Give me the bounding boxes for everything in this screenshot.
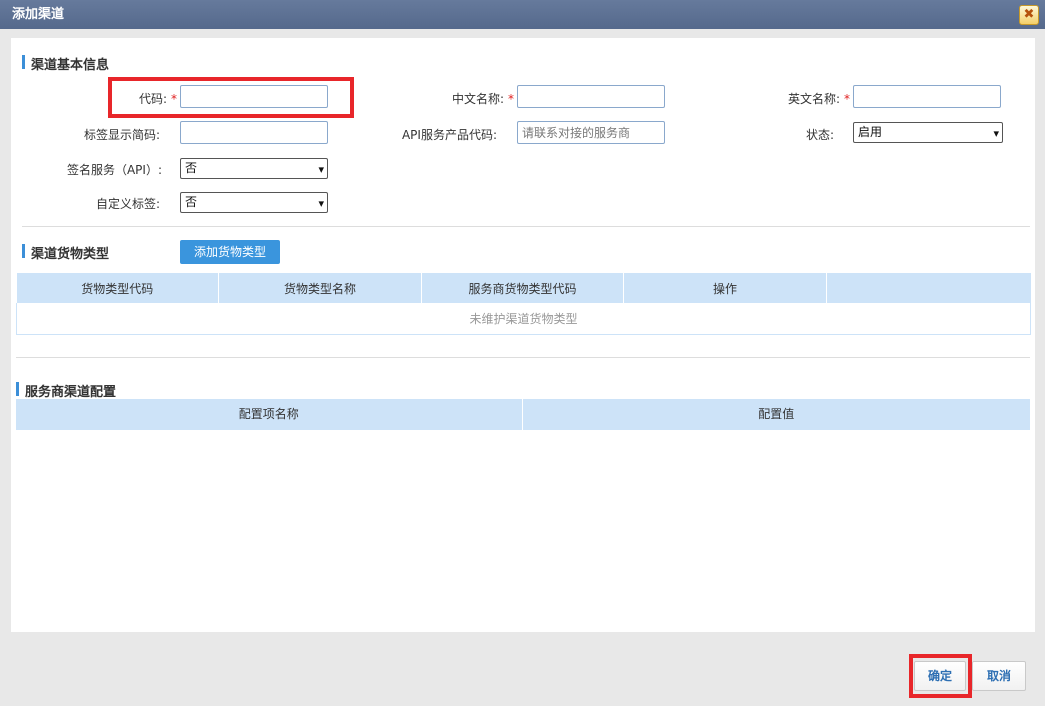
custom-label-label: 自定义标签: (95, 197, 160, 211)
required-mark: * (508, 92, 514, 106)
section-basic-info-title: 渠道基本信息 (31, 58, 110, 73)
cargo-types-table: 货物类型代码 货物类型名称 服务商货物类型代码 操作 未维护渠道货物类型 (16, 273, 1031, 335)
cn-name-label-text: 中文名称: (451, 92, 504, 106)
en-name-label-text: 英文名称: (787, 92, 840, 106)
chevron-down-icon: ▾ (318, 197, 324, 210)
code-label: 代码: * (71, 90, 177, 107)
table-header-row: 货物类型代码 货物类型名称 服务商货物类型代码 操作 (16, 273, 1031, 303)
chevron-down-icon: ▾ (318, 163, 324, 176)
divider (16, 357, 1030, 358)
empty-state-text: 未维护渠道货物类型 (16, 303, 1031, 335)
status-select[interactable]: 启用 ▾ (853, 122, 1003, 143)
code-input[interactable] (180, 85, 328, 108)
close-icon[interactable]: ✖ (1019, 5, 1039, 25)
required-mark: * (171, 92, 177, 106)
confirm-button[interactable]: 确定 (914, 661, 966, 691)
dialog-body: 渠道基本信息 代码: * 中文名称: * 英文名称: * 标签显示简码: API服务产… (11, 38, 1035, 632)
short-code-label: 标签显示简码: (83, 128, 160, 142)
section-basic-info: 渠道基本信息 (22, 54, 109, 73)
col-empty (826, 273, 1031, 303)
status-label: 状态: (805, 128, 834, 142)
cn-name-label: 中文名称: * (406, 90, 514, 107)
en-name-label: 英文名称: * (741, 90, 850, 107)
required-mark: * (844, 92, 850, 106)
section-provider-config: 服务商渠道配置 (16, 381, 116, 400)
chevron-down-icon: ▾ (993, 127, 999, 140)
col-config-value: 配置值 (522, 399, 1030, 429)
section-cargo-types: 渠道货物类型 (22, 243, 109, 262)
table-header-row: 配置项名称 配置值 (16, 399, 1030, 429)
api-code-input[interactable] (517, 121, 665, 144)
add-cargo-type-button[interactable]: 添加货物类型 (180, 240, 280, 264)
col-provider-cargo-code: 服务商货物类型代码 (421, 273, 624, 303)
section-provider-config-title: 服务商渠道配置 (25, 385, 117, 400)
dialog-title: 添加渠道 (0, 0, 1045, 29)
col-cargo-code: 货物类型代码 (16, 273, 219, 303)
table-row: 未维护渠道货物类型 (16, 303, 1031, 335)
api-code-label: API服务产品代码: (401, 128, 497, 142)
col-config-name: 配置项名称 (16, 399, 523, 429)
status-select-value: 启用 (858, 125, 883, 139)
en-name-input[interactable] (853, 85, 1001, 108)
cancel-button[interactable]: 取消 (972, 661, 1026, 691)
col-actions: 操作 (623, 273, 827, 303)
col-cargo-name: 货物类型名称 (218, 273, 422, 303)
short-code-input[interactable] (180, 121, 328, 144)
custom-label-select[interactable]: 否 ▾ (180, 192, 328, 213)
section-cargo-types-title: 渠道货物类型 (31, 247, 110, 262)
sign-service-label: 签名服务（API）: (66, 163, 162, 177)
provider-config-table: 配置项名称 配置值 (16, 399, 1030, 430)
cn-name-input[interactable] (517, 85, 665, 108)
divider (22, 226, 1030, 227)
custom-label-select-value: 否 (185, 195, 198, 209)
sign-service-select-value: 否 (185, 161, 198, 175)
code-label-text: 代码: (138, 92, 167, 106)
sign-service-select[interactable]: 否 ▾ (180, 158, 328, 179)
